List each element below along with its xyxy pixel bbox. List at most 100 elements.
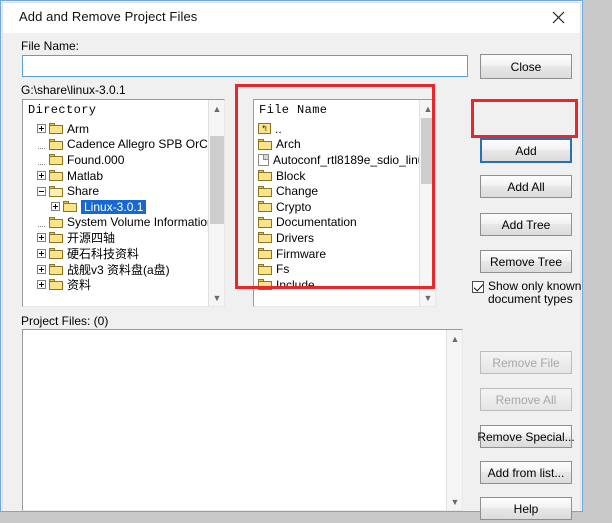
tree-item-label: Linux-3.0.1 [81,199,147,214]
tree-item[interactable]: Linux-3.0.1 [23,199,224,215]
folder-up-icon: ↰ [258,123,271,135]
file-list-header: File Name [259,103,328,117]
close-icon[interactable] [542,3,574,31]
folder-icon [49,138,63,150]
expand-icon[interactable] [37,280,46,290]
tree-item-label: Found.000 [67,152,125,167]
tree-item[interactable]: Arm [23,121,224,137]
tree-item[interactable]: 资料 [23,277,224,293]
add-all-button[interactable]: Add All [480,175,572,198]
file-list-item-label: Arch [276,137,301,152]
collapse-icon[interactable] [37,186,46,196]
current-path-label: G:\share\linux-3.0.1 [21,83,126,97]
remove-all-button[interactable]: Remove All [480,388,572,411]
expand-icon[interactable] [37,124,46,134]
project-files-scrollbar[interactable]: ▲ ▼ [446,330,462,510]
file-list-item[interactable]: Arch [254,137,435,153]
remove-special-button[interactable]: Remove Special... [477,425,575,448]
file-name-input[interactable] [22,55,468,77]
tree-item[interactable]: 硬石科技资料 [23,246,224,262]
remove-file-button[interactable]: Remove File [480,351,572,374]
tree-item[interactable]: Matlab [23,168,224,184]
tree-item-label: Share [67,184,100,199]
file-list-item-label: Firmware [276,246,326,261]
add-from-list-button[interactable]: Add from list... [480,461,572,484]
tree-item[interactable]: Cadence Allegro SPB OrCAD 1 [23,137,224,153]
scroll-up-icon[interactable]: ▲ [209,100,224,117]
dialog-window-inner: Add and Remove Project Files File Name: … [2,2,582,520]
folder-icon [49,154,63,166]
title-bar: Add and Remove Project Files [3,3,580,33]
remove-tree-button[interactable]: Remove Tree [480,250,572,273]
tree-item-label: 硬石科技资料 [67,247,140,262]
project-files-label: Project Files: (0) [21,314,109,328]
folder-icon [49,216,63,228]
show-known-types-checkbox[interactable]: Show only known document types [472,280,582,306]
tree-item[interactable]: 开源四轴 [23,230,224,246]
file-list[interactable]: ↰.. Arch Autoconf_rtl8189e_sdio_linux.h Blo… [254,121,435,306]
scroll-down-icon[interactable]: ▼ [420,289,435,306]
scroll-down-icon[interactable]: ▼ [447,493,462,510]
file-list-item[interactable]: Block [254,168,435,184]
folder-icon [258,138,272,150]
file-list-item-label: Crypto [276,199,312,214]
folder-icon [49,170,63,182]
file-list-item-label: Change [276,184,319,199]
dialog-title: Add and Remove Project Files [19,9,198,24]
file-list-item[interactable]: Change [254,183,435,199]
tree-item[interactable]: System Volume Information [23,215,224,231]
folder-icon [63,201,77,213]
folder-icon [49,185,63,197]
file-list-item[interactable]: Drivers [254,230,435,246]
file-list-item[interactable]: Crypto [254,199,435,215]
tree-item[interactable]: 战舰v3 资料盘(a盘) [23,261,224,277]
tree-item-label: Arm [67,121,89,136]
add-tree-button[interactable]: Add Tree [480,213,572,236]
add-button[interactable]: Add [480,138,572,163]
scrollbar-thumb[interactable] [210,136,224,224]
file-list-item[interactable]: Documentation [254,215,435,231]
checkbox-box[interactable] [472,281,484,293]
expand-icon[interactable] [37,264,46,274]
directory-tree-panel[interactable]: Directory Arm Cadence Allegro SPB OrCAD 1… [22,99,225,307]
directory-tree-scrollbar[interactable]: ▲ ▼ [208,100,224,306]
expand-icon[interactable] [51,202,60,212]
directory-tree-header: Directory [28,103,97,117]
file-list-scrollbar[interactable]: ▲ ▼ [419,100,435,306]
file-list-item-label: Block [276,168,306,183]
file-list-item[interactable]: Include [254,277,435,293]
folder-icon [258,279,272,291]
file-list-item-label: Include [276,277,315,292]
scrollbar-thumb[interactable] [421,118,435,184]
file-name-label: File Name: [21,39,80,53]
file-list-item[interactable]: ↰.. [254,121,435,137]
scroll-down-icon[interactable]: ▼ [209,289,224,306]
scroll-up-icon[interactable]: ▲ [420,100,435,117]
file-list-item[interactable]: Fs [254,261,435,277]
tree-item-label: Cadence Allegro SPB OrCAD 1 [67,137,225,152]
help-button[interactable]: Help [480,497,572,520]
directory-tree-list[interactable]: Arm Cadence Allegro SPB OrCAD 1 Found.000 M… [23,121,224,306]
tree-item[interactable]: Share [23,183,224,199]
folder-icon [49,232,63,244]
folder-icon [258,248,272,260]
expand-icon[interactable] [37,171,46,181]
expand-icon[interactable] [37,233,46,243]
file-list-item-label: Documentation [276,215,357,230]
dialog-body: File Name: G:\share\linux-3.0.1 Director… [3,33,582,520]
checkbox-label: Show only known document types [488,279,582,306]
tree-item[interactable]: Found.000 [23,152,224,168]
file-list-item-label: Fs [276,262,290,277]
close-button[interactable]: Close [480,54,572,79]
scroll-up-icon[interactable]: ▲ [447,330,462,347]
dialog-window: Add and Remove Project Files File Name: … [0,0,583,520]
file-list-panel[interactable]: File Name ↰.. Arch Autoconf_rtl8189e_sdio_… [253,99,436,307]
folder-icon [258,201,272,213]
file-list-item[interactable]: Firmware [254,246,435,262]
file-list-item[interactable]: Autoconf_rtl8189e_sdio_linux.h [254,152,435,168]
folder-icon [258,170,272,182]
folder-icon [49,279,63,291]
project-files-panel[interactable]: ▲ ▼ [22,329,463,511]
expand-icon[interactable] [37,249,46,259]
tree-item-label: 开源四轴 [67,231,116,246]
